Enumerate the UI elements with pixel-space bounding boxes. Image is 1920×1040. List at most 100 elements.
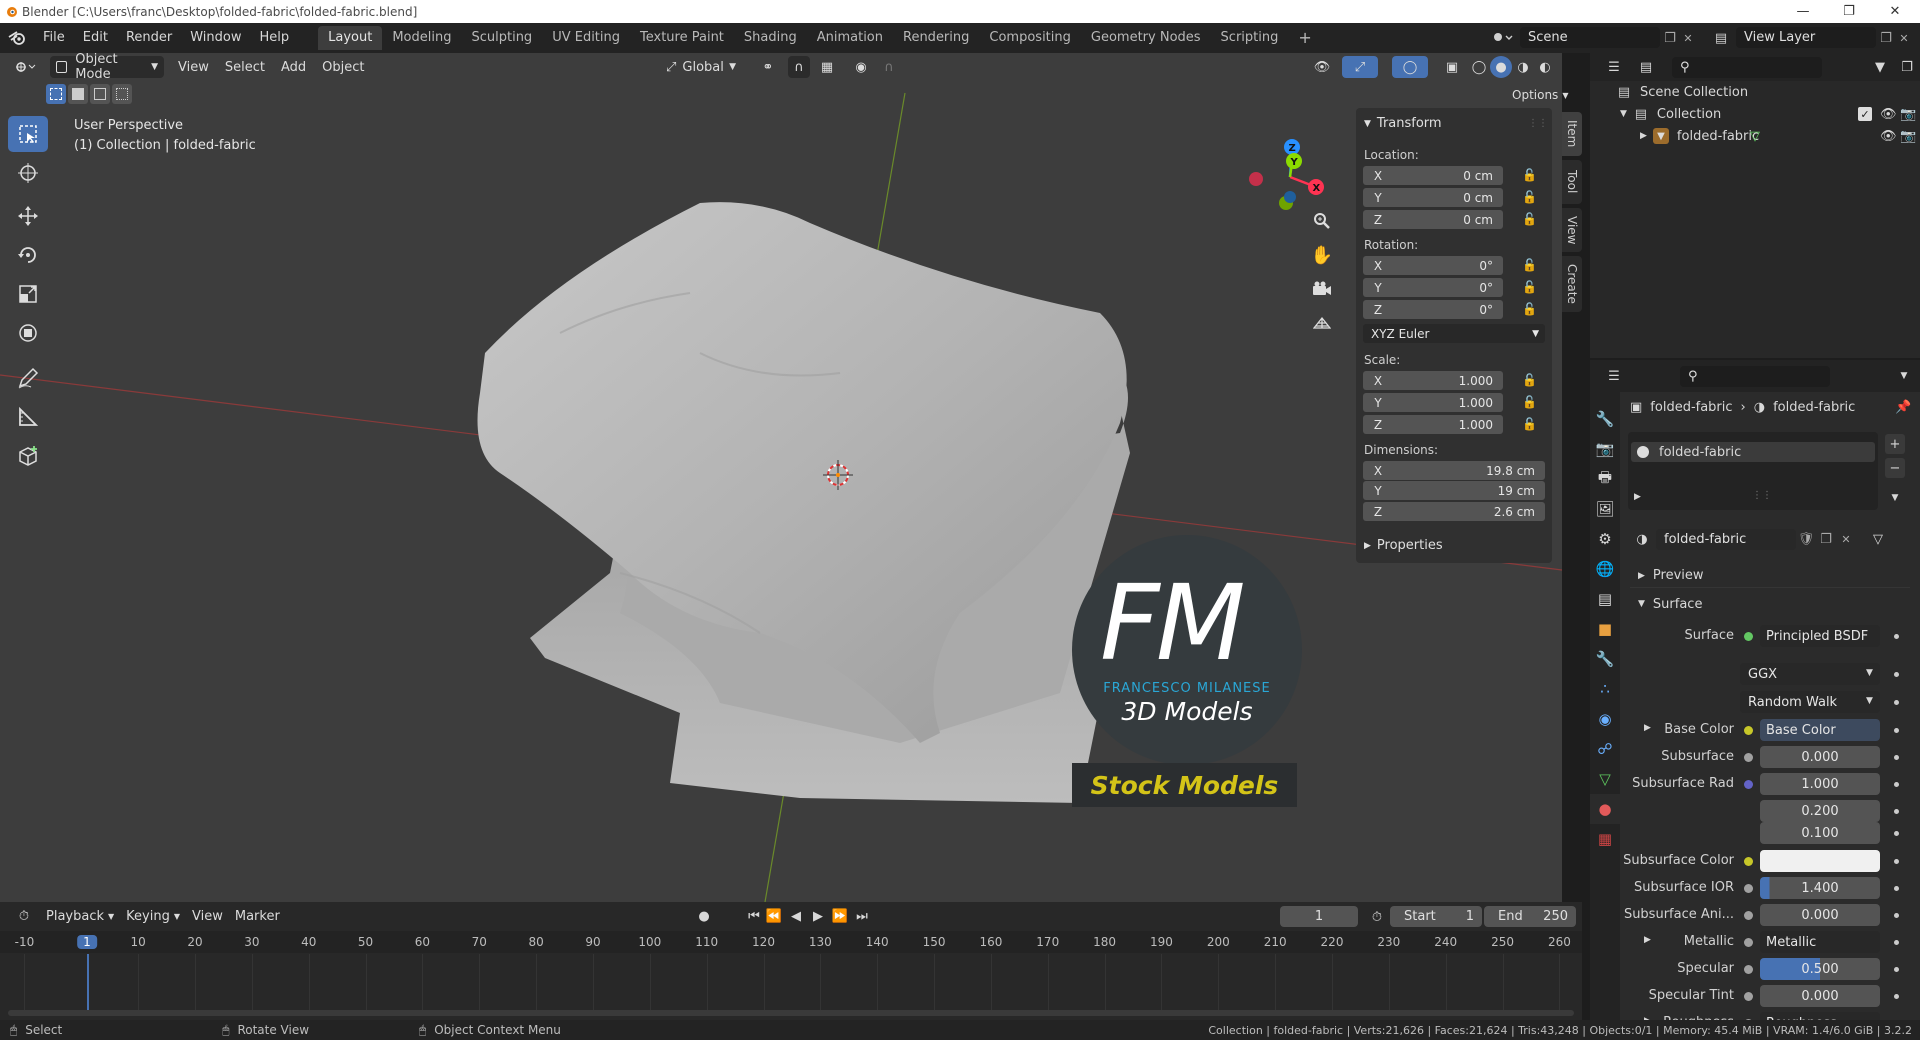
camera-icon[interactable]: 📷 [1900,107,1916,122]
keyframe-dot-icon[interactable] [1894,859,1899,864]
falloff-curve-icon[interactable]: ∩ [874,56,904,78]
dimensions-y-field[interactable]: Y 19 cm [1363,481,1545,500]
visibility-eye-icon[interactable]: 👁 [1306,56,1338,78]
mesh-data-icon[interactable]: ▽ [1750,129,1760,144]
lock-icon[interactable]: 🔓 [1522,168,1537,182]
menu-file[interactable]: File [34,23,74,53]
keyframe-dot-icon[interactable] [1894,755,1899,760]
particles-tab-icon[interactable]: ∴ [1590,674,1620,704]
select-new-icon[interactable] [46,84,66,104]
orientation-dropdown[interactable]: ⤢ Global ▼ [660,56,742,78]
rotation-z-field[interactable]: Z 0° [1363,300,1503,319]
ortho-grid-icon[interactable] [1308,309,1336,337]
scale-z-field[interactable]: Z 1.000 [1363,415,1503,434]
menu-playback[interactable]: Playback ▼ [40,905,120,927]
unlink-icon[interactable]: ✕ [1836,533,1856,546]
lock-icon[interactable]: 🔓 [1522,258,1537,272]
keyframe-dot-icon[interactable] [1894,634,1899,639]
keyframe-dot-icon[interactable] [1894,700,1899,705]
tab-view[interactable]: View [1562,208,1582,252]
preview-panel-header[interactable]: ▶ Preview [1630,564,1910,588]
menu-window[interactable]: Window [181,23,250,53]
material-slot-item[interactable]: folded-fabric [1631,442,1875,462]
eye-icon[interactable]: 👁 [1880,107,1897,122]
tab-texture-paint[interactable]: Texture Paint [630,26,734,50]
tab-item[interactable]: Item [1562,112,1582,156]
outliner-object[interactable]: ▶ ▼ folded-fabric ▽ 👁 📷 [1590,125,1920,147]
keyframe-dot-icon[interactable] [1894,831,1899,836]
keyframe-dot-icon[interactable] [1894,940,1899,945]
menu-render[interactable]: Render [117,23,181,53]
remove-slot-icon[interactable]: − [1885,458,1905,478]
texture-tab-icon[interactable]: ▦ [1590,824,1620,854]
timeline-editor-icon[interactable]: ⏱ [8,905,40,927]
input-socket-icon[interactable] [1744,857,1753,866]
outliner-collection[interactable]: ▼ ▤ Collection ✓ 👁 📷 [1590,103,1920,125]
3d-viewport[interactable]: FM FRANCESCO MILANESE 3D Models Stock Mo… [0,53,1562,902]
prev-keyframe-icon[interactable]: ⏪ [764,906,784,926]
prop-value-field[interactable]: GGX [1740,663,1880,685]
pin-icon[interactable]: 📌 [1895,400,1911,415]
tab-rendering[interactable]: Rendering [893,26,979,50]
select-box-tool[interactable] [8,116,48,152]
input-socket-icon[interactable] [1744,965,1753,974]
scene-tab-icon[interactable]: ⚙ [1590,524,1620,554]
duplicate-icon[interactable]: ❐ [1816,532,1836,547]
lock-icon[interactable]: 🔓 [1522,190,1537,204]
properties-editor-icon[interactable]: ☰ [1598,365,1630,387]
surface-panel-header[interactable]: ▼ Surface [1630,592,1910,616]
new-view-layer-icon[interactable]: ❐ [1876,27,1896,49]
menu-object[interactable]: Object [316,56,370,78]
zoom-icon[interactable] [1308,207,1336,235]
keyframe-dot-icon[interactable] [1894,913,1899,918]
annotate-tool[interactable] [8,360,48,396]
overlays-icon[interactable]: ◯ [1392,56,1428,78]
scene-name-field[interactable]: Scene [1520,27,1660,48]
next-keyframe-icon[interactable]: ⏩ [830,906,850,926]
select-intersect-icon[interactable] [112,84,132,104]
input-socket-icon[interactable] [1744,726,1753,735]
select-extend-icon[interactable] [68,84,88,104]
prop-value-field[interactable]: Base Color [1760,719,1880,741]
lock-icon[interactable]: 🔓 [1522,373,1537,387]
add-slot-icon[interactable]: + [1885,434,1905,454]
tab-layout[interactable]: Layout [318,26,383,50]
input-socket-icon[interactable] [1744,753,1753,762]
tab-animation[interactable]: Animation [807,26,893,50]
close-window-button[interactable]: ✕ [1872,0,1918,23]
location-z-field[interactable]: Z0 cm [1363,210,1503,229]
snap-target-icon[interactable]: ▦ [812,56,842,78]
chevron-right-icon[interactable]: ▶ [1640,131,1647,141]
rotation-x-field[interactable]: X 0° [1363,256,1503,275]
render-tab-icon[interactable]: 📷 [1590,434,1620,464]
menu-edit[interactable]: Edit [74,23,117,53]
delete-view-layer-icon[interactable]: ✕ [1896,27,1912,49]
menu-keying[interactable]: Keying ▼ [120,905,186,927]
material-name-field[interactable]: folded-fabric [1656,528,1796,550]
lock-icon[interactable]: 🔓 [1522,395,1537,409]
scene-selector-icon[interactable] [1488,27,1518,49]
measure-tool[interactable] [8,399,48,435]
chevron-down-icon[interactable]: ▼ [1894,371,1914,381]
checkbox-icon[interactable]: ✓ [1858,107,1872,121]
tab-tool[interactable]: Tool [1562,160,1582,204]
input-socket-icon[interactable] [1744,911,1753,920]
lock-icon[interactable]: 🔓 [1522,212,1537,226]
prop-value-field[interactable]: Metallic [1760,931,1880,953]
play-icon[interactable]: ▶ [808,906,828,926]
tab-modeling[interactable]: Modeling [382,26,461,50]
keyframe-dot-icon[interactable] [1894,728,1899,733]
record-icon[interactable]: ● [694,906,714,926]
move-tool[interactable] [8,198,48,234]
end-frame-field[interactable]: End 250 [1484,906,1576,927]
add-cube-tool[interactable] [8,438,48,474]
menu-marker[interactable]: Marker [229,905,286,927]
menu-view[interactable]: View [172,56,215,78]
keyframe-dot-icon[interactable] [1894,994,1899,999]
start-frame-field[interactable]: Start 1 [1390,906,1482,927]
view-layer-field[interactable]: View Layer [1736,27,1876,48]
menu-select[interactable]: Select [219,56,271,78]
tab-compositing[interactable]: Compositing [979,26,1081,50]
rotate-tool[interactable] [8,237,48,273]
snap-magnet-icon[interactable]: ∩ [788,56,810,78]
